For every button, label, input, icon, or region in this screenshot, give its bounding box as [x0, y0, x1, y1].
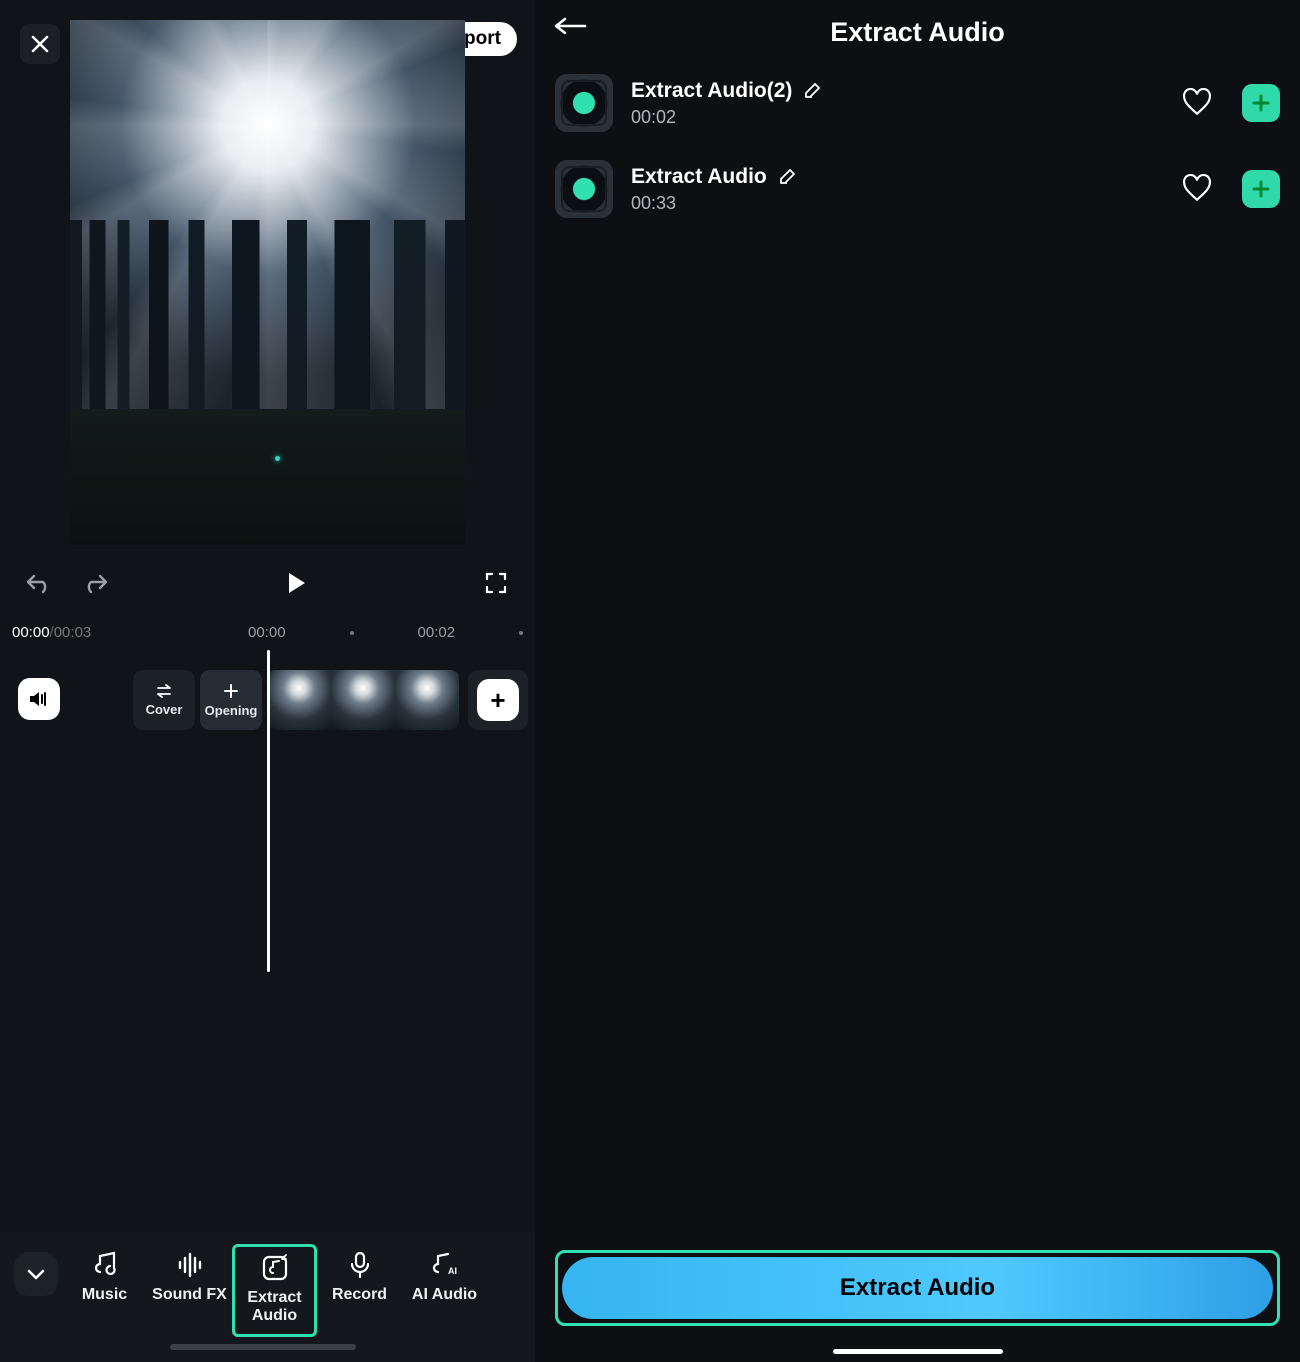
- audio-thumb: [555, 74, 613, 132]
- plus-icon: +: [490, 685, 505, 716]
- ai-audio-icon: AI: [430, 1250, 460, 1280]
- soundfx-icon: [175, 1250, 205, 1280]
- mute-button[interactable]: [18, 678, 60, 720]
- back-button[interactable]: [553, 16, 593, 46]
- plus-icon: [223, 683, 239, 699]
- close-icon: [31, 35, 49, 53]
- audio-list-item[interactable]: Extract Audio 00:33: [555, 160, 1280, 218]
- audio-duration: 00:02: [631, 107, 1164, 128]
- page-title: Extract Audio: [830, 17, 1005, 48]
- speaker-icon: [28, 689, 50, 709]
- add-clip-button[interactable]: +: [468, 670, 528, 730]
- time-tick: 00:00: [248, 624, 286, 641]
- extract-cta-highlight: Extract Audio: [555, 1250, 1280, 1326]
- plus-icon: [1252, 94, 1270, 112]
- tool-label: Audio: [252, 1307, 297, 1324]
- collapse-toolbar-button[interactable]: [14, 1252, 58, 1296]
- tool-extract-audio[interactable]: ExtractAudio: [232, 1244, 317, 1337]
- playhead[interactable]: [267, 650, 270, 972]
- extract-cta-label: Extract Audio: [840, 1274, 995, 1302]
- fullscreen-icon: [484, 571, 508, 595]
- favorite-button[interactable]: [1182, 88, 1212, 118]
- edit-icon[interactable]: [777, 167, 797, 187]
- undo-button[interactable]: [22, 566, 56, 600]
- back-arrow-icon: [553, 16, 587, 36]
- video-clip[interactable]: [267, 670, 459, 730]
- extract-audio-button[interactable]: Extract Audio: [562, 1257, 1273, 1319]
- tool-ai-audio[interactable]: AI AI Audio: [402, 1244, 487, 1304]
- audio-name: Extract Audio(2): [631, 79, 792, 103]
- cover-label: Cover: [146, 702, 183, 717]
- redo-icon: [81, 572, 109, 594]
- audio-name: Extract Audio: [631, 165, 767, 189]
- close-button[interactable]: [20, 24, 60, 64]
- fullscreen-button[interactable]: [479, 566, 513, 600]
- tool-label: Record: [332, 1286, 387, 1304]
- tool-record[interactable]: Record: [317, 1244, 402, 1304]
- add-audio-button[interactable]: [1242, 84, 1280, 122]
- tool-music[interactable]: Music: [62, 1244, 147, 1304]
- tool-label: Music: [82, 1286, 127, 1304]
- swap-icon: [155, 684, 173, 698]
- audio-list-item[interactable]: Extract Audio(2) 00:02: [555, 74, 1280, 132]
- redo-button[interactable]: [78, 566, 112, 600]
- play-icon: [283, 570, 309, 596]
- tool-label: AI Audio: [412, 1286, 477, 1304]
- favorite-button[interactable]: [1182, 174, 1212, 204]
- audio-duration: 00:33: [631, 193, 1164, 214]
- tool-label: Sound FX: [152, 1286, 227, 1304]
- toolbar-scroll-indicator: [170, 1344, 356, 1350]
- svg-text:AI: AI: [448, 1266, 457, 1276]
- tool-soundfx[interactable]: Sound FX: [147, 1244, 232, 1304]
- total-time: 00:03: [54, 624, 92, 641]
- timeline-ruler[interactable]: 00:00/00:03 00:00 00:02: [0, 612, 535, 652]
- chevron-down-icon: [26, 1267, 46, 1281]
- plus-icon: [1252, 180, 1270, 198]
- home-indicator: [833, 1349, 1003, 1354]
- time-tick: 00:02: [418, 624, 456, 641]
- undo-icon: [25, 572, 53, 594]
- preview-area: Pro Export: [0, 0, 535, 612]
- cover-button[interactable]: Cover: [133, 670, 195, 730]
- opening-label: Opening: [205, 703, 258, 718]
- play-button[interactable]: [279, 566, 313, 600]
- add-audio-button[interactable]: [1242, 170, 1280, 208]
- current-time: 00:00: [12, 624, 50, 641]
- extract-audio-icon: [260, 1253, 290, 1283]
- video-preview[interactable]: [70, 20, 465, 545]
- music-icon: [90, 1250, 120, 1280]
- opening-button[interactable]: Opening: [200, 670, 262, 730]
- tool-label: Extract: [247, 1289, 301, 1306]
- audio-thumb: [555, 160, 613, 218]
- mic-icon: [345, 1250, 375, 1280]
- edit-icon[interactable]: [802, 81, 822, 101]
